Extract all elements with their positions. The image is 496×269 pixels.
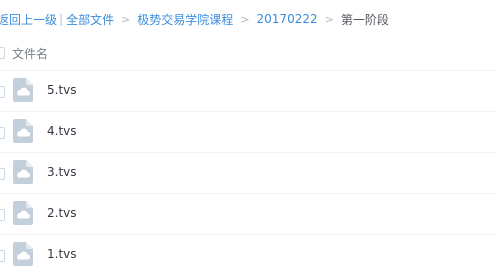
breadcrumb-separator: >	[240, 12, 250, 26]
file-name[interactable]: 2.tvs	[47, 206, 77, 220]
file-row[interactable]: 2.tvs	[0, 194, 496, 235]
file-name[interactable]: 3.tvs	[47, 165, 77, 179]
file-name[interactable]: 1.tvs	[47, 247, 77, 261]
breadcrumb-separator: >	[121, 12, 131, 26]
file-browser: 返回上一级 | 全部文件 > 极势交易学院课程 > 20170222 > 第一阶…	[0, 0, 496, 269]
file-list: 文件名 5.tvs 4.tvs 3.tvs 2.tvs 1.tvs	[0, 36, 496, 269]
file-row[interactable]: 5.tvs	[0, 71, 496, 112]
breadcrumb-separator: >	[324, 12, 334, 26]
breadcrumb-divider: |	[59, 12, 64, 26]
breadcrumb: 返回上一级 | 全部文件 > 极势交易学院课程 > 20170222 > 第一阶…	[0, 9, 389, 29]
video-file-icon	[13, 119, 33, 143]
file-name[interactable]: 4.tvs	[47, 124, 77, 138]
video-file-icon	[13, 201, 33, 225]
row-checkbox[interactable]	[0, 168, 5, 180]
select-all-checkbox[interactable]	[0, 47, 5, 59]
row-checkbox[interactable]	[0, 127, 5, 139]
column-header-filename[interactable]: 文件名	[12, 45, 48, 62]
row-checkbox[interactable]	[0, 209, 5, 221]
video-file-icon	[13, 160, 33, 184]
file-row[interactable]: 4.tvs	[0, 112, 496, 153]
video-file-icon	[13, 242, 33, 266]
breadcrumb-current: 第一阶段	[340, 12, 389, 27]
file-row[interactable]: 1.tvs	[0, 235, 496, 269]
breadcrumb-all-files[interactable]: 全部文件	[66, 11, 114, 28]
breadcrumb-course-folder[interactable]: 极势交易学院课程	[137, 11, 233, 28]
file-row[interactable]: 3.tvs	[0, 153, 496, 194]
file-list-header: 文件名	[0, 36, 496, 71]
row-checkbox[interactable]	[0, 250, 5, 262]
breadcrumb-date-folder[interactable]: 20170222	[257, 12, 318, 26]
video-file-icon	[13, 78, 33, 102]
back-link[interactable]: 返回上一级	[0, 11, 57, 28]
row-checkbox[interactable]	[0, 86, 5, 98]
file-name[interactable]: 5.tvs	[47, 83, 77, 97]
